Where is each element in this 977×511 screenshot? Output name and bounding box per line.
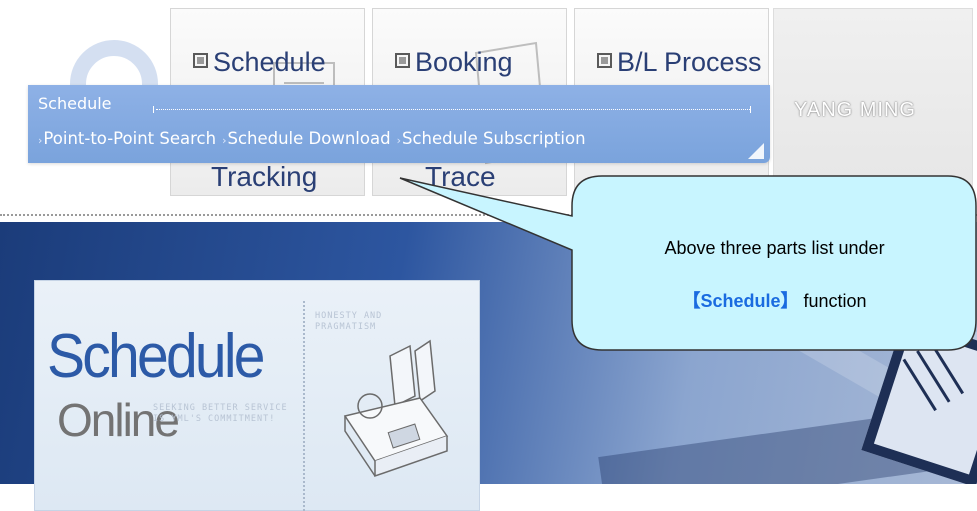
chevron-right-icon: › bbox=[38, 134, 43, 147]
card-divider bbox=[303, 301, 305, 511]
submenu-item-schedule-subscription[interactable]: ›Schedule Subscription bbox=[397, 129, 586, 148]
nav-tile-booking-label: Booking bbox=[395, 47, 513, 78]
nav-tile-schedule-sub: Tracking bbox=[211, 161, 318, 192]
nav-tile-bl-process-label: B/L Process bbox=[597, 47, 762, 78]
brand-logo-text: YANG MING bbox=[794, 99, 916, 121]
chevron-right-icon: › bbox=[222, 134, 227, 147]
submenu-divider bbox=[153, 106, 751, 113]
checkbox-bullet-icon bbox=[395, 53, 410, 68]
submenu-item-point-to-point-search[interactable]: ›Point-to-Point Search bbox=[38, 129, 216, 148]
submenu-item-list: ›Point-to-Point Search ›Schedule Downloa… bbox=[38, 129, 592, 148]
callout-keyword: Schedule bbox=[700, 291, 781, 311]
submenu-item-schedule-download[interactable]: ›Schedule Download bbox=[222, 129, 391, 148]
checkbox-bullet-icon bbox=[597, 53, 612, 68]
submenu-title: Schedule bbox=[38, 94, 112, 113]
brand-logo[interactable]: YANG MING bbox=[773, 8, 973, 196]
tagline-text: Seeking better service is YML's commitme… bbox=[153, 403, 288, 424]
nav-tile-schedule-label: Schedule bbox=[193, 47, 326, 78]
schedule-heading: Schedule bbox=[47, 322, 266, 391]
callout-text-line1: Above three parts list under bbox=[664, 238, 885, 258]
chevron-right-icon: › bbox=[396, 134, 401, 147]
callout-text-line2: 【Schedule】 function bbox=[682, 291, 867, 311]
callout-bubble bbox=[399, 175, 977, 351]
submenu-corner-icon bbox=[748, 143, 764, 159]
schedule-submenu: Schedule ›Point-to-Point Search ›Schedul… bbox=[28, 85, 770, 163]
checkbox-bullet-icon bbox=[193, 53, 208, 68]
